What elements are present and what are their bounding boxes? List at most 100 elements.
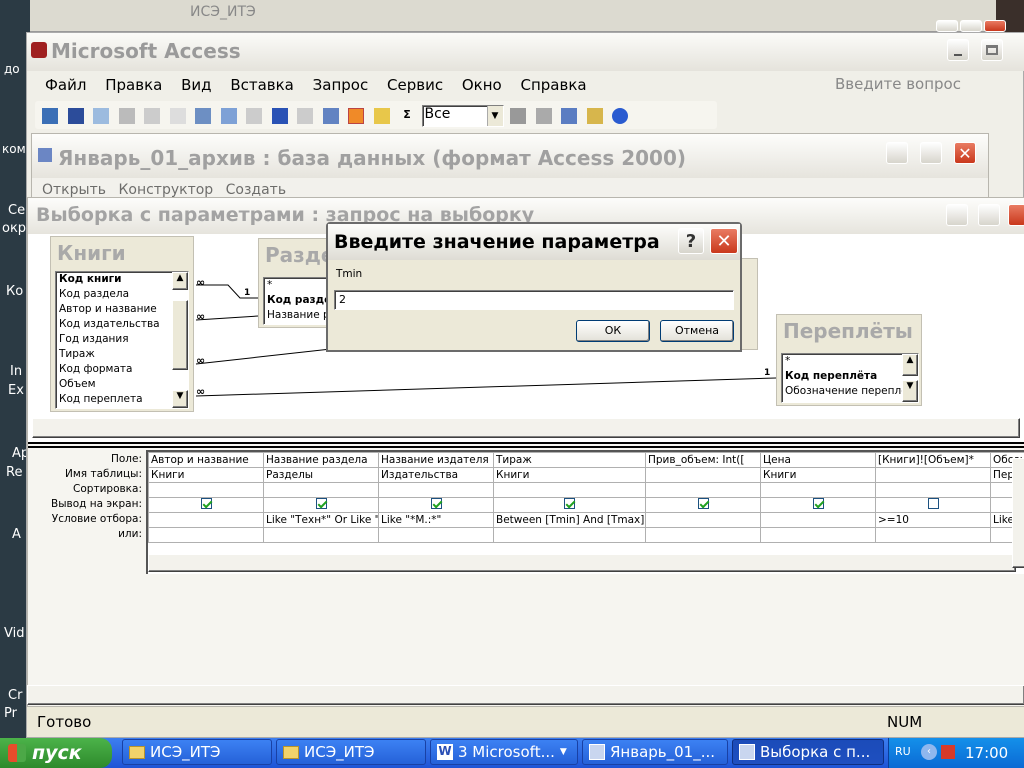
db-open-button[interactable]: Открыть	[42, 182, 106, 198]
dialog-title-bar[interactable]: Введите значение параметра ? ✕	[328, 224, 740, 260]
cancel-button[interactable]: Отмена	[660, 320, 734, 342]
query-maximize-button[interactable]	[978, 204, 1000, 226]
show-checkbox[interactable]	[430, 498, 442, 509]
db-maximize-button[interactable]	[920, 142, 942, 164]
desktop-label[interactable]: до	[4, 62, 20, 76]
menu-view[interactable]: Вид	[181, 76, 211, 94]
grid-cell[interactable]	[875, 527, 991, 543]
grid-cell[interactable]: Книги	[493, 467, 646, 483]
menu-insert[interactable]: Вставка	[230, 76, 294, 94]
grid-cell[interactable]	[760, 482, 876, 498]
grid-cell[interactable]: Цена	[760, 452, 876, 468]
grid-cell[interactable]	[875, 467, 991, 483]
grid-cell[interactable]	[645, 482, 761, 498]
grid-vscroll[interactable]	[1012, 458, 1024, 568]
grid-cell[interactable]: Тираж	[493, 452, 646, 468]
grid-cell[interactable]: Like "Техн*" Or Like "Ко	[263, 512, 379, 528]
grid-cell[interactable]: Название раздела	[263, 452, 379, 468]
query-minimize-button[interactable]	[946, 204, 968, 226]
grid-cell[interactable]: Название издателя	[378, 452, 494, 468]
database-window-icon[interactable]	[561, 108, 577, 124]
clock[interactable]: 17:00	[965, 744, 1008, 762]
desktop-label[interactable]: Pr	[4, 706, 17, 721]
help-button[interactable]: ?	[678, 228, 704, 254]
grid-cell[interactable]: Издательства	[378, 467, 494, 483]
app-minimize-button[interactable]	[947, 39, 969, 61]
bg-maximize-button[interactable]	[960, 20, 982, 32]
grid-cell[interactable]: Автор и название	[148, 452, 264, 468]
grid-cell[interactable]: [Книги]![Объем]*	[875, 452, 991, 468]
show-checkbox[interactable]	[200, 498, 212, 509]
view-icon[interactable]	[42, 108, 58, 124]
grid-hscroll[interactable]	[148, 554, 1016, 572]
grid-cell[interactable]	[148, 482, 264, 498]
grid-cell[interactable]	[645, 467, 761, 483]
grid-cell[interactable]	[263, 527, 379, 543]
desktop-label[interactable]: А	[12, 527, 21, 542]
query-close-button[interactable]	[1008, 204, 1024, 226]
ok-button[interactable]: ОК	[576, 320, 650, 342]
menu-edit[interactable]: Правка	[105, 76, 162, 94]
grid-cell[interactable]: Книги	[760, 467, 876, 483]
menu-query[interactable]: Запрос	[313, 76, 369, 94]
language-indicator[interactable]: RU	[895, 745, 911, 758]
print-icon[interactable]	[118, 108, 135, 124]
db-title-bar[interactable]: Январь_01_архив : база данных (формат Ac…	[32, 134, 988, 178]
grid-cell[interactable]: Прив_объем: Int([	[645, 452, 761, 468]
taskbar-item[interactable]: ИСЭ_ИТЭ	[276, 739, 426, 765]
preview-icon[interactable]	[144, 108, 160, 124]
dialog-close-button[interactable]: ✕	[710, 228, 738, 254]
menu-file[interactable]: Файл	[45, 76, 86, 94]
desktop-label[interactable]: окр	[2, 221, 26, 236]
grid-cell[interactable]: Between [Tmin] And [Tmax]	[493, 512, 646, 528]
chevron-down-icon[interactable]: ▼	[560, 747, 567, 757]
db-design-button[interactable]: Конструктор	[118, 182, 213, 198]
properties-icon[interactable]	[510, 108, 526, 124]
cut-icon[interactable]	[195, 108, 211, 124]
db-close-button[interactable]: ✕	[954, 142, 976, 164]
totals-icon[interactable]: Σ	[399, 108, 415, 124]
table-area-hscroll[interactable]	[32, 418, 1020, 438]
grid-cell[interactable]	[875, 482, 991, 498]
tray-arrow-icon[interactable]: ‹	[921, 744, 937, 760]
run-icon[interactable]	[348, 108, 364, 124]
bg-close-button[interactable]	[984, 20, 1006, 32]
show-checkbox[interactable]	[812, 498, 824, 509]
top-values-combo[interactable]: Все ▼	[421, 105, 504, 127]
grid-cell[interactable]	[645, 527, 761, 543]
grid-cell[interactable]	[760, 512, 876, 528]
desktop-label[interactable]: Vid	[4, 626, 24, 641]
undo-icon[interactable]	[271, 108, 288, 124]
grid-cell[interactable]	[760, 527, 876, 543]
taskbar-item[interactable]: W 3 Microsoft... ▼	[430, 739, 578, 765]
grid-cell[interactable]: Like "*М.:*"	[378, 512, 494, 528]
menu-window[interactable]: Окно	[462, 76, 502, 94]
desktop-label[interactable]: In	[10, 364, 22, 379]
desktop-label[interactable]: Се	[8, 203, 25, 218]
build-icon[interactable]	[535, 108, 552, 124]
grid-cell[interactable]: Книги	[148, 467, 264, 483]
grid-cell[interactable]	[148, 512, 264, 528]
desktop-label[interactable]: ком	[2, 142, 26, 156]
search-icon[interactable]	[93, 108, 109, 124]
bg-minimize-button[interactable]	[936, 20, 958, 32]
help-search-input[interactable]: Введите вопрос	[835, 75, 961, 93]
grid-cell[interactable]	[148, 527, 264, 543]
spelling-icon[interactable]	[169, 108, 186, 124]
chevron-down-icon[interactable]: ▼	[486, 106, 503, 126]
query-type-icon[interactable]	[322, 108, 339, 124]
db-create-button[interactable]: Создать	[226, 182, 286, 198]
taskbar-item[interactable]: Январь_01_...	[582, 739, 728, 765]
show-checkbox[interactable]	[697, 498, 709, 509]
menu-tools[interactable]: Сервис	[387, 76, 443, 94]
grid-cell[interactable]	[378, 482, 494, 498]
desktop-label[interactable]: Ex	[8, 383, 24, 398]
show-table-icon[interactable]	[373, 108, 390, 124]
title-bar[interactable]: Microsoft Access	[27, 33, 1024, 71]
bg-window[interactable]: ИСЭ_ИТЭ	[30, 0, 1006, 32]
grid-cell[interactable]	[263, 482, 379, 498]
taskbar-item-active[interactable]: Выборка с п...	[732, 739, 884, 765]
antivirus-icon[interactable]	[941, 745, 955, 759]
start-button[interactable]: пуск	[0, 738, 112, 768]
grid-cell[interactable]: >=10	[875, 512, 991, 528]
